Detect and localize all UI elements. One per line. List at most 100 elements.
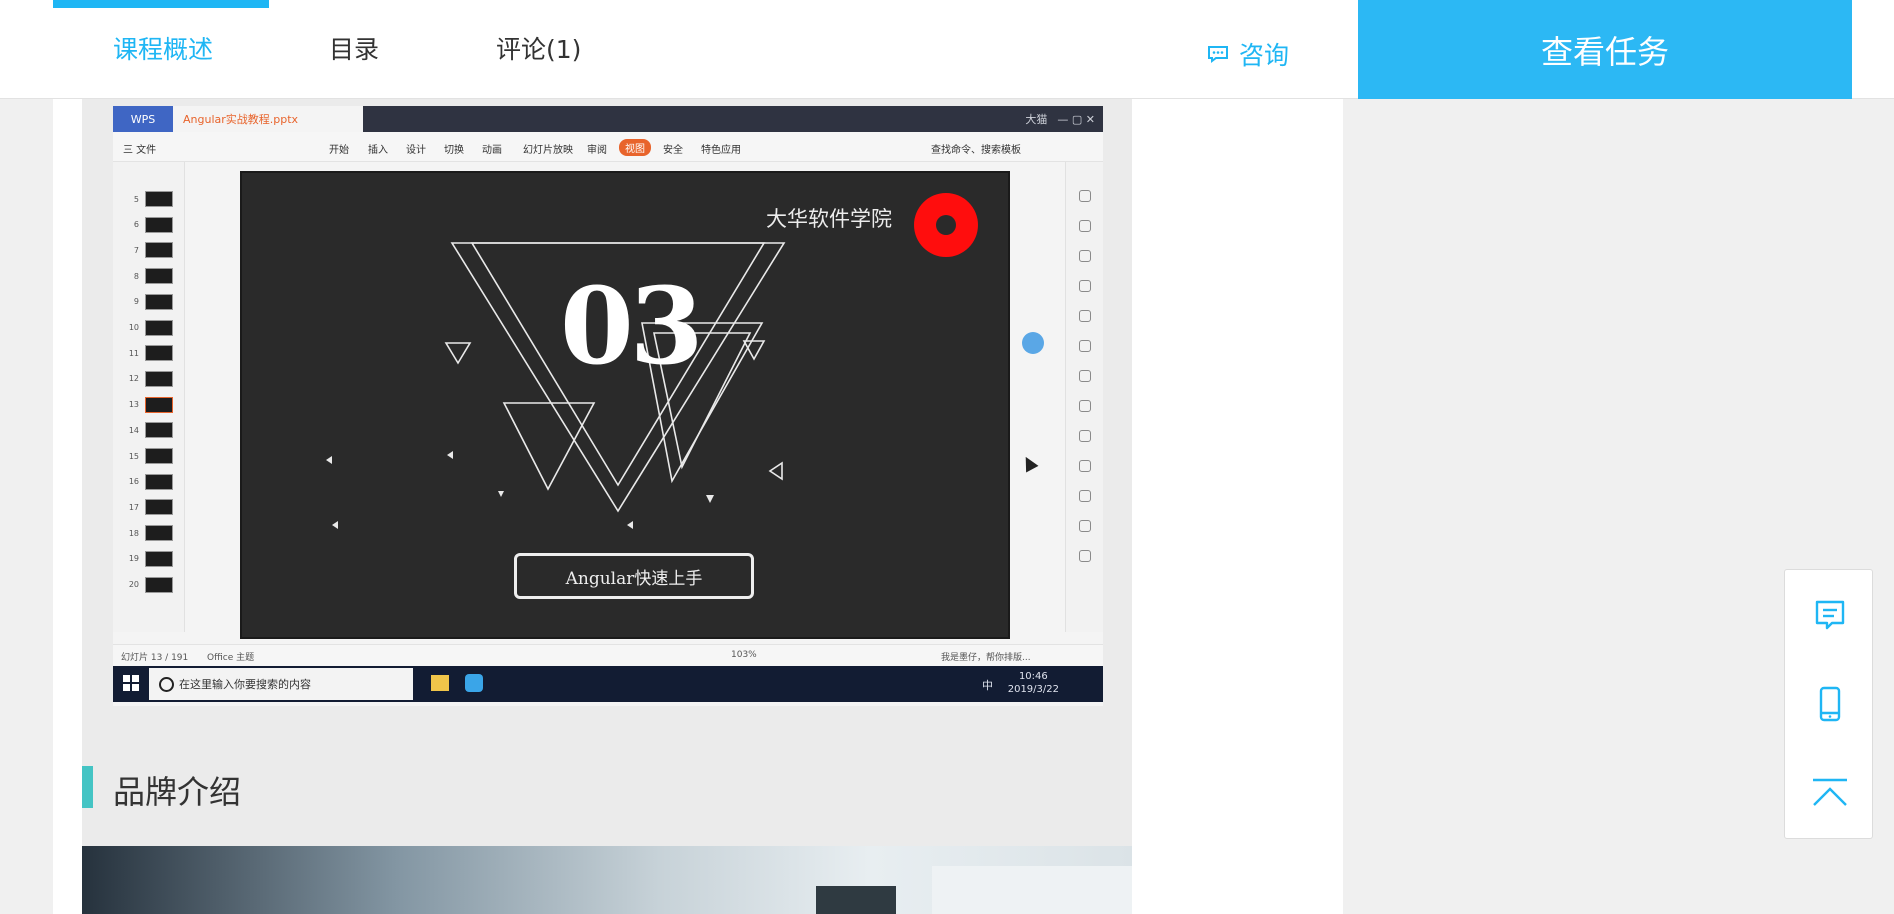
view-task-button[interactable]: 查看任务 bbox=[1358, 0, 1852, 99]
slide-thumbnail-image bbox=[145, 191, 173, 207]
slide-chapter-number: 03 bbox=[560, 263, 704, 388]
school-logo-icon bbox=[914, 193, 978, 257]
file-explorer-icon bbox=[431, 675, 449, 691]
slide-thumbnail-image bbox=[145, 370, 173, 387]
slide-thumbnail-image bbox=[145, 576, 173, 593]
slide-thumbnail-number: 19 bbox=[128, 554, 139, 564]
toolbar-icon bbox=[1079, 520, 1091, 532]
wps-menu-item: 设计 bbox=[406, 145, 426, 156]
wps-menu-bar: 三 文件 开始 插入 设计 切换 动画 幻灯片放映 审阅 视图 安全 特色应用 … bbox=[113, 132, 1103, 162]
floating-assistant-icon bbox=[1022, 332, 1044, 354]
wps-zoom-level: 103% bbox=[731, 650, 757, 660]
slide-thumbnail-image bbox=[145, 293, 173, 310]
wps-menu-item: 切换 bbox=[444, 145, 464, 156]
wps-title-right: 大猫 — ▢ ✕ bbox=[1025, 106, 1095, 132]
wps-thumbnail-panel: 567891011121314151617181920+ bbox=[113, 162, 185, 693]
taskbar-ime: 中 bbox=[982, 679, 993, 692]
slide-thumbnail-number: 8 bbox=[133, 271, 139, 281]
slide-thumbnail-image bbox=[145, 268, 173, 285]
slide-thumbnail: 15 bbox=[121, 447, 173, 465]
windows-taskbar: 在这里输入你要搜索的内容 中 10:46 2019/3/22 bbox=[113, 666, 1103, 702]
slide-thumbnail: 17 bbox=[121, 498, 173, 516]
slide-thumbnail: 18 bbox=[121, 524, 173, 542]
slide-thumbnail-number: 15 bbox=[128, 451, 139, 461]
toolbar-icon bbox=[1079, 220, 1091, 232]
toolbar-icon bbox=[1079, 190, 1091, 202]
tab-course-overview[interactable]: 课程概述 bbox=[113, 30, 213, 66]
slide-thumbnail: 6 bbox=[121, 216, 173, 234]
slide-thumbnail-number: 12 bbox=[128, 374, 139, 384]
wps-menu-item: 动画 bbox=[482, 145, 502, 156]
tab-comments[interactable]: 评论(1) bbox=[496, 30, 581, 66]
taskbar-time: 10:46 bbox=[1018, 671, 1048, 682]
wps-menu-item-highlighted: 视图 bbox=[619, 139, 651, 156]
slide-thumbnail-number: 17 bbox=[128, 502, 139, 512]
windows-start-icon bbox=[123, 675, 139, 691]
brand-image-pillar bbox=[816, 886, 896, 914]
slide-thumbnail-number: 5 bbox=[133, 194, 139, 204]
slide-thumbnail-image bbox=[145, 216, 173, 233]
mobile-icon bbox=[1819, 686, 1840, 722]
consult-link[interactable]: 咨询 bbox=[1206, 36, 1289, 72]
back-to-top-icon bbox=[1812, 778, 1847, 806]
slide-thumbnail: 12 bbox=[121, 370, 173, 388]
course-tab-bar: 课程概述 目录 评论(1) 咨询 查看任务 bbox=[0, 0, 1894, 99]
slide-thumbnail-number: 11 bbox=[128, 348, 139, 358]
tab-catalog[interactable]: 目录 bbox=[329, 30, 379, 66]
slide-thumbnail-number: 7 bbox=[133, 245, 139, 255]
floating-toolbar bbox=[1784, 569, 1873, 839]
toolbar-icon bbox=[1079, 400, 1091, 412]
consult-label: 咨询 bbox=[1239, 41, 1290, 70]
slide-thumbnail-number: 9 bbox=[133, 297, 139, 307]
toolbar-icon bbox=[1079, 310, 1091, 322]
slide-thumbnail: 7 bbox=[121, 241, 173, 259]
wps-menu-item: 插入 bbox=[368, 145, 388, 156]
slide-thumbnail-image bbox=[145, 396, 173, 413]
slide-thumbnail: 14 bbox=[121, 421, 173, 439]
message-button[interactable] bbox=[1785, 572, 1874, 660]
mouse-cursor-icon bbox=[1019, 453, 1039, 473]
app-icon bbox=[465, 674, 483, 692]
slide-thumbnail-image bbox=[145, 242, 173, 259]
wps-menu-item: 开始 bbox=[329, 145, 349, 156]
slide-thumbnail-image bbox=[145, 550, 173, 567]
slide-thumbnail-number: 10 bbox=[128, 323, 139, 332]
taskbar-search-box: 在这里输入你要搜索的内容 bbox=[149, 668, 413, 700]
active-tab-indicator bbox=[53, 0, 269, 8]
slide-thumbnail-number: 20 bbox=[128, 580, 139, 589]
slide-thumbnail-number: 6 bbox=[133, 220, 139, 230]
toolbar-icon bbox=[1079, 460, 1091, 472]
toolbar-icon bbox=[1079, 340, 1091, 352]
mobile-button[interactable] bbox=[1785, 660, 1874, 748]
wps-file-menu: 三 文件 bbox=[123, 145, 157, 156]
toolbar-icon bbox=[1079, 370, 1091, 382]
slide-thumbnail-image bbox=[145, 448, 173, 464]
wps-right-toolbar bbox=[1065, 162, 1103, 632]
taskbar-date: 2019/3/22 bbox=[1007, 684, 1059, 695]
wps-status-bar: 幻灯片 13 / 191 Office 主题 103% 我是墨仔，帮你排版... bbox=[113, 644, 1103, 666]
slide-thumbnail: 8 bbox=[121, 267, 173, 285]
wps-search-command: 查找命令、搜索模板 bbox=[931, 145, 1021, 156]
wps-menu-item: 审阅 bbox=[587, 145, 607, 156]
back-to-top-button[interactable] bbox=[1785, 748, 1874, 836]
toolbar-icon bbox=[1079, 490, 1091, 502]
slide-thumbnail-number: 14 bbox=[128, 425, 139, 435]
slide-thumbnail-number: 13 bbox=[128, 400, 139, 410]
embedded-wps-screenshot: WPS Angular实战教程.pptx 大猫 — ▢ ✕ 三 文件 开始 插入… bbox=[113, 106, 1103, 706]
toolbar-icon bbox=[1079, 550, 1091, 562]
wps-logo: WPS bbox=[113, 106, 173, 132]
section-title-brand: 品牌介绍 bbox=[113, 773, 242, 811]
brand-image-wall bbox=[932, 866, 1132, 914]
slide-thumbnail: 19 bbox=[121, 550, 173, 568]
slide-thumbnail-image bbox=[145, 345, 173, 362]
toolbar-icon bbox=[1079, 280, 1091, 292]
slide-thumbnail: 5 bbox=[121, 190, 173, 208]
slide-thumbnail-number: 18 bbox=[128, 528, 139, 538]
toolbar-icon bbox=[1079, 250, 1091, 262]
wps-slide-count: 幻灯片 13 / 191 bbox=[121, 653, 189, 663]
slide-thumbnail-image bbox=[145, 473, 173, 490]
slide-thumbnail-image bbox=[145, 525, 173, 542]
slide-thumbnail: 13 bbox=[121, 396, 173, 414]
section-accent-bar bbox=[82, 766, 93, 808]
slide-thumbnail: 11 bbox=[121, 344, 173, 362]
